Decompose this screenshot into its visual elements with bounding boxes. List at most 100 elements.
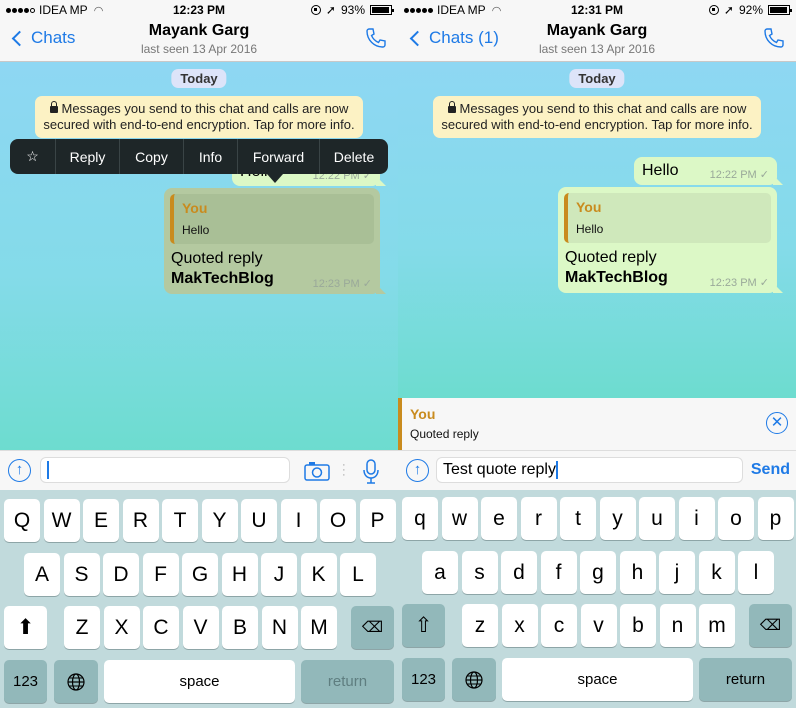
key-l[interactable]: l: [738, 551, 774, 594]
key-m[interactable]: M: [301, 606, 337, 649]
key-e[interactable]: E: [83, 499, 119, 542]
key-g[interactable]: g: [580, 551, 616, 594]
key-w[interactable]: W: [43, 499, 80, 542]
return-key[interactable]: return: [301, 660, 394, 703]
key-i[interactable]: I: [280, 499, 317, 542]
key-b[interactable]: b: [620, 604, 656, 647]
key-z[interactable]: Z: [64, 606, 100, 649]
attach-button[interactable]: ↑: [406, 459, 429, 482]
key-b[interactable]: B: [222, 606, 258, 649]
key-a[interactable]: a: [422, 551, 458, 594]
key-r[interactable]: R: [122, 499, 159, 542]
numbers-key[interactable]: 123: [4, 660, 47, 703]
message-input[interactable]: Test quote reply: [436, 457, 743, 483]
key-u[interactable]: u: [639, 497, 675, 540]
chat-area: Today Messages you send to this chat and…: [0, 62, 398, 450]
key-z[interactable]: z: [462, 604, 498, 647]
key-e[interactable]: e: [481, 497, 517, 540]
camera-icon[interactable]: [304, 461, 330, 481]
key-o[interactable]: O: [320, 499, 356, 542]
message-line-2: MakTechBlog: [565, 269, 668, 286]
key-row-3: ⇧ ⌫ zxcvbnm: [398, 604, 796, 647]
key-q[interactable]: Q: [4, 499, 40, 542]
message-bubble[interactable]: Hello 12:22 PM ✓: [634, 157, 783, 185]
globe-key[interactable]: [452, 658, 496, 701]
key-r[interactable]: r: [520, 497, 557, 540]
key-t[interactable]: t: [560, 497, 596, 540]
numbers-key[interactable]: 123: [402, 658, 445, 701]
key-x[interactable]: X: [103, 606, 140, 649]
menu-forward[interactable]: Forward: [238, 139, 320, 174]
key-f[interactable]: f: [540, 551, 577, 594]
key-d[interactable]: D: [103, 553, 139, 596]
encryption-notice[interactable]: Messages you send to this chat and calls…: [433, 96, 761, 138]
key-n[interactable]: n: [659, 604, 696, 647]
key-c[interactable]: C: [143, 606, 179, 649]
key-a[interactable]: A: [24, 553, 60, 596]
key-p[interactable]: P: [359, 499, 396, 542]
key-row-2: asdfghjkl: [398, 551, 796, 594]
message-line-2: MakTechBlog: [171, 270, 274, 287]
input-bar: ↑ Test quote reply Send: [398, 450, 796, 490]
key-v[interactable]: V: [182, 606, 219, 649]
key-n[interactable]: N: [261, 606, 298, 649]
menu-star[interactable]: ☆: [10, 139, 56, 174]
quoted-block[interactable]: You Hello: [564, 193, 771, 243]
key-u[interactable]: U: [241, 499, 277, 542]
location-icon: ➚: [325, 3, 336, 17]
contact-name[interactable]: Mayank Garg: [398, 22, 796, 40]
key-p[interactable]: p: [757, 497, 794, 540]
quoted-message-bubble[interactable]: You Hello Quoted reply MakTechBlog 12:23…: [558, 187, 783, 293]
menu-delete[interactable]: Delete: [320, 139, 388, 174]
key-m[interactable]: m: [699, 604, 735, 647]
key-d[interactable]: d: [501, 551, 537, 594]
shift-key[interactable]: ⇧: [402, 604, 445, 647]
encryption-text: Messages you send to this chat and calls…: [441, 101, 753, 132]
menu-copy[interactable]: Copy: [120, 139, 184, 174]
menu-reply[interactable]: Reply: [56, 139, 120, 174]
contact-name[interactable]: Mayank Garg: [0, 22, 398, 40]
key-l[interactable]: L: [340, 553, 376, 596]
key-y[interactable]: Y: [201, 499, 238, 542]
backspace-key[interactable]: ⌫: [749, 604, 792, 647]
key-f[interactable]: F: [142, 553, 179, 596]
key-k[interactable]: K: [300, 553, 337, 596]
send-button[interactable]: Send: [751, 461, 790, 479]
microphone-icon[interactable]: [363, 459, 379, 485]
key-w[interactable]: w: [441, 497, 478, 540]
quoted-block[interactable]: You Hello: [170, 194, 374, 244]
phone-icon[interactable]: [762, 26, 786, 50]
key-h[interactable]: H: [221, 553, 258, 596]
space-key[interactable]: space: [502, 658, 693, 701]
close-reply-button[interactable]: ✕: [766, 412, 788, 434]
return-key[interactable]: return: [699, 658, 792, 701]
key-q[interactable]: q: [402, 497, 438, 540]
key-o[interactable]: o: [718, 497, 754, 540]
key-x[interactable]: x: [501, 604, 538, 647]
key-g[interactable]: G: [182, 553, 218, 596]
quoted-message-bubble[interactable]: You Hello Quoted reply MakTechBlog 12:23…: [164, 188, 386, 294]
attach-button[interactable]: ↑: [8, 459, 31, 482]
key-y[interactable]: y: [599, 497, 636, 540]
space-key[interactable]: space: [104, 660, 295, 703]
key-s[interactable]: S: [63, 553, 100, 596]
key-v[interactable]: v: [580, 604, 617, 647]
encryption-text: Messages you send to this chat and calls…: [43, 101, 355, 132]
message-input[interactable]: [40, 457, 290, 483]
key-t[interactable]: T: [162, 499, 198, 542]
globe-key[interactable]: [54, 660, 98, 703]
shift-key[interactable]: ⬆: [4, 606, 47, 649]
backspace-key[interactable]: ⌫: [351, 606, 394, 649]
key-s[interactable]: s: [461, 551, 498, 594]
menu-info[interactable]: Info: [184, 139, 238, 174]
key-c[interactable]: c: [541, 604, 577, 647]
key-i[interactable]: i: [678, 497, 715, 540]
phone-icon[interactable]: [364, 26, 388, 50]
key-h[interactable]: h: [619, 551, 656, 594]
key-j[interactable]: j: [659, 551, 695, 594]
key-j[interactable]: J: [261, 553, 297, 596]
last-seen: last seen 13 Apr 2016: [140, 42, 258, 56]
key-k[interactable]: k: [698, 551, 735, 594]
key-row-1: QWERTYUIOP: [0, 499, 398, 542]
encryption-notice[interactable]: Messages you send to this chat and calls…: [35, 96, 363, 138]
